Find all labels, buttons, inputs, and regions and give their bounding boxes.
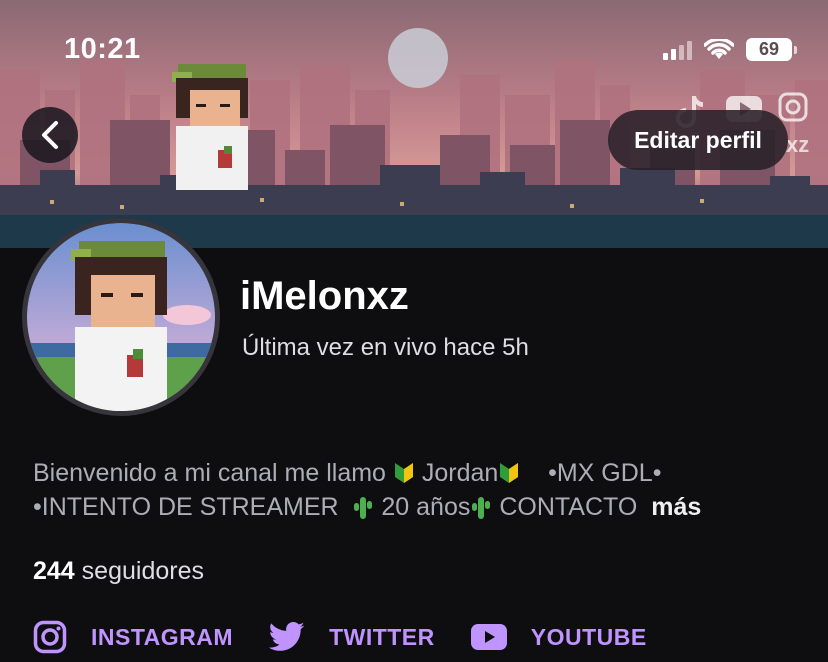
bio-more-link[interactable]: más <box>637 493 702 521</box>
followers-label: seguidores <box>81 557 204 585</box>
signal-icon <box>663 40 692 60</box>
edit-profile-button[interactable]: Editar perfil <box>608 110 788 170</box>
beginner-emoji-icon <box>394 463 413 483</box>
bio: Bienvenido a mi canal me llamo Jordan •M… <box>33 456 813 524</box>
last-live-text: Última vez en vivo hace 5h <box>242 334 529 361</box>
bio-text: •INTENTO DE STREAMER <box>33 493 353 521</box>
youtube-label: YOUTUBE <box>530 623 647 650</box>
bio-text: 20 años <box>381 493 471 521</box>
chevron-left-icon <box>42 121 58 149</box>
cactus-emoji-icon <box>354 497 373 519</box>
bio-text: CONTACTO <box>499 493 638 521</box>
social-links: INSTAGRAM TWITTER YOUTUBE <box>33 620 683 654</box>
wifi-icon <box>704 38 734 59</box>
youtube-link[interactable]: YOUTUBE <box>470 623 647 651</box>
avatar-image <box>27 223 215 411</box>
bio-line-2: •INTENTO DE STREAMER 20 años CONTACTO más <box>33 490 813 524</box>
twitter-icon <box>269 622 305 651</box>
bio-text: •MX GDL• <box>527 459 662 487</box>
status-icons: 69 <box>663 38 797 61</box>
youtube-icon <box>470 624 507 650</box>
bio-line-1: Bienvenido a mi canal me llamo Jordan •M… <box>33 456 813 490</box>
cactus-emoji-icon <box>472 497 491 519</box>
followers-count: 244 seguidores <box>33 557 204 586</box>
instagram-icon <box>33 620 67 654</box>
bio-text: Bienvenido a mi canal me llamo <box>33 459 393 487</box>
avatar[interactable] <box>22 218 220 416</box>
battery-indicator: 69 <box>746 38 797 61</box>
followers-number: 244 <box>33 557 75 585</box>
instagram-link[interactable]: INSTAGRAM <box>33 620 233 654</box>
beginner-emoji-icon <box>500 463 519 483</box>
back-button[interactable] <box>22 107 78 163</box>
bio-text: Jordan <box>421 459 499 487</box>
instagram-label: INSTAGRAM <box>91 623 234 650</box>
svg-text:xz: xz <box>786 132 809 157</box>
status-time: 10:21 <box>64 33 141 65</box>
username: iMelonxz <box>240 274 409 318</box>
twitter-label: TWITTER <box>329 623 435 650</box>
twitter-link[interactable]: TWITTER <box>269 622 435 652</box>
banner-character <box>172 64 248 190</box>
